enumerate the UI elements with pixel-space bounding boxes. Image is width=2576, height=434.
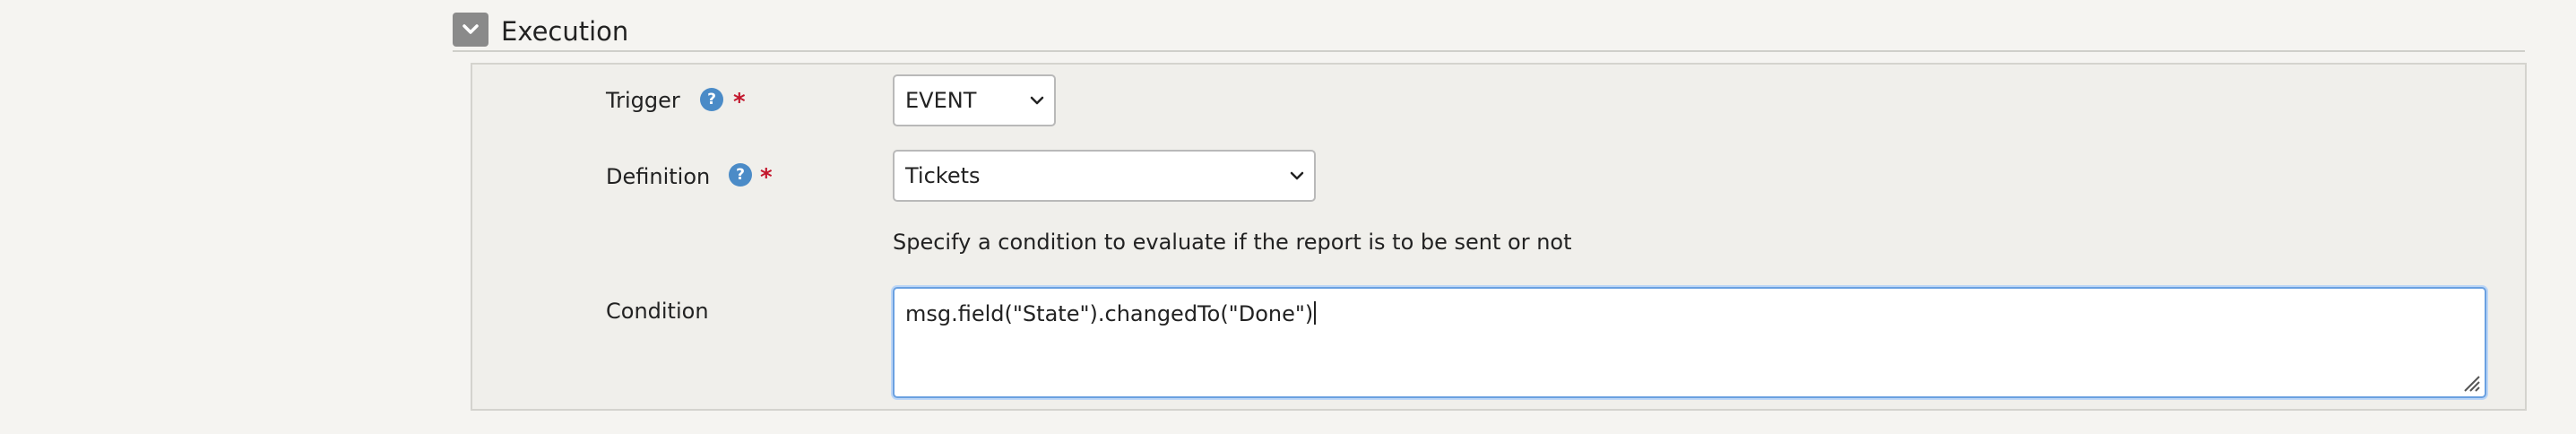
collapse-button[interactable] xyxy=(453,13,488,47)
definition-select[interactable]: Tickets xyxy=(893,150,1316,202)
condition-label: Condition xyxy=(606,299,709,324)
text-caret xyxy=(1314,301,1317,325)
required-marker: * xyxy=(760,164,773,191)
trigger-label: Trigger xyxy=(606,88,680,113)
chevron-down-icon xyxy=(1290,171,1304,180)
condition-text: msg.field("State").changedTo("Done") xyxy=(905,301,1317,326)
question-mark-icon[interactable]: ? xyxy=(729,163,752,187)
condition-hint: Specify a condition to evaluate if the r… xyxy=(893,230,1572,255)
section-header-execution: Execution xyxy=(453,13,2525,52)
definition-select-value: Tickets xyxy=(905,163,981,188)
chevron-down-icon xyxy=(462,24,479,34)
resize-handle-icon[interactable] xyxy=(2461,373,2481,393)
trigger-select[interactable]: EVENT xyxy=(893,74,1056,126)
question-mark-icon[interactable]: ? xyxy=(700,88,723,111)
section-title: Execution xyxy=(501,16,629,47)
chevron-down-icon xyxy=(1030,96,1044,105)
required-marker: * xyxy=(733,89,746,116)
condition-textarea[interactable]: msg.field("State").changedTo("Done") xyxy=(893,287,2486,398)
trigger-select-value: EVENT xyxy=(905,88,977,113)
definition-label: Definition xyxy=(606,164,711,189)
